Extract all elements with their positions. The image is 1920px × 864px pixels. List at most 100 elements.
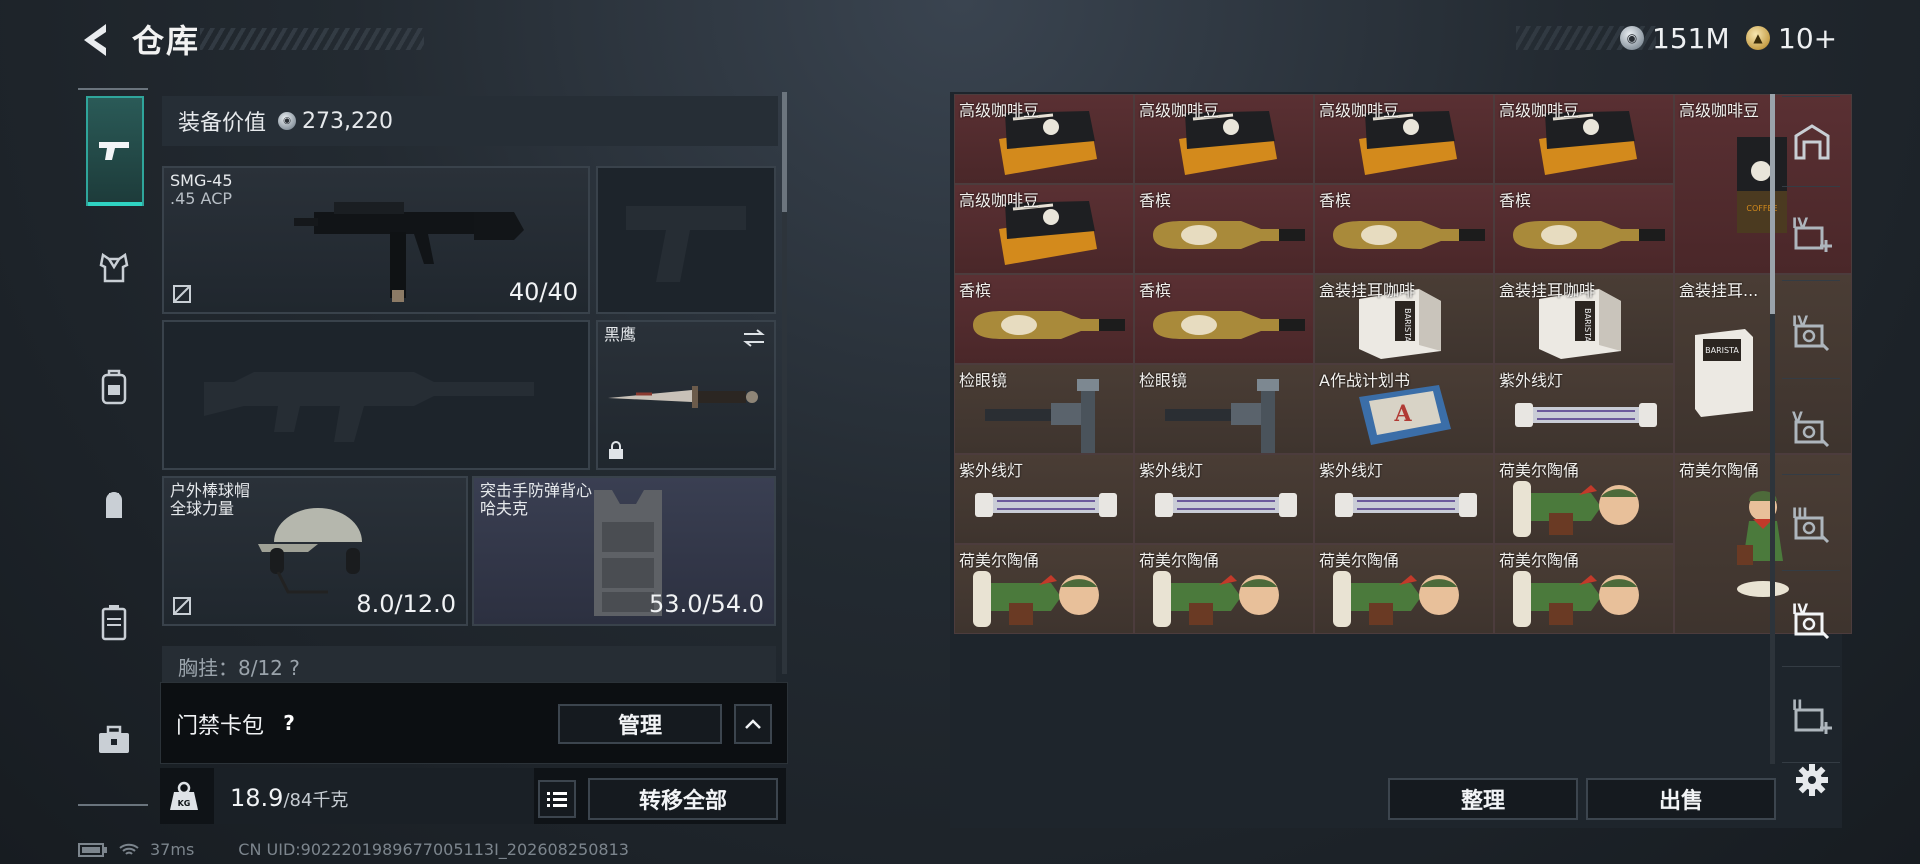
silver-coin-icon: ◉ [1620,26,1644,50]
rightnav-box-5[interactable]: IV [1784,594,1840,650]
tertiary-weapon-slot[interactable] [162,320,590,470]
nav-top-line [78,88,148,90]
rightnav-box-1[interactable]: IV [1784,208,1840,264]
manage-button[interactable]: 管理 [558,704,722,744]
sell-button[interactable]: 出售 [1586,778,1776,820]
stash-item[interactable]: 高级咖啡豆 [1314,94,1494,184]
case-icon [101,605,127,641]
stash-item[interactable]: 检眼镜 [1134,364,1314,454]
battery-icon [78,842,107,857]
helmet-slot[interactable]: 户外棒球帽 全球力量 8.0/12.0 [162,476,468,626]
equipment-scrollbar[interactable] [782,92,787,674]
stash-item[interactable]: 高级咖啡豆 [1134,94,1314,184]
stash-item[interactable]: 紫外线灯 [1314,454,1494,544]
currency-silver[interactable]: ◉ 151M [1620,18,1730,58]
stash-item-label: 高级咖啡豆 [959,191,1040,210]
stash-item-label: 香槟 [1499,191,1532,210]
rightnav-box-4[interactable]: III [1784,498,1840,554]
stash-item-label: 香槟 [1139,281,1172,300]
smg-image [294,202,524,302]
weight-icon: KG [170,781,198,810]
stash-item[interactable]: 香槟 [1494,184,1674,274]
box-tier-label: IV [1792,314,1809,330]
stash-item[interactable]: 香槟 [1134,184,1314,274]
stash-item[interactable]: 荷美尔陶俑 [1494,454,1674,544]
help-icon[interactable]: ? [274,708,304,738]
rightnav-box-2[interactable]: IV [1784,306,1840,362]
stash-item[interactable]: 紫外线灯 [1494,364,1674,454]
nav-rig[interactable] [86,360,142,416]
rightnav-separator [1782,96,1840,97]
armor-durability: 53.0/54.0 [649,590,764,618]
nav-armor[interactable] [86,240,142,296]
stash-item-label: 荷美尔陶俑 [1319,551,1400,570]
stash-item[interactable]: 紫外线灯 [954,454,1134,544]
secondary-weapon-slot[interactable] [596,166,776,314]
collapse-button[interactable] [734,704,772,744]
swap-icon[interactable] [742,328,766,348]
stash-gate-icon [1794,124,1830,160]
stash-item[interactable]: 荷美尔陶俑 [954,544,1134,634]
equipment-value-label: 装备价值 [178,111,267,136]
stash-scrollbar[interactable] [1770,94,1775,764]
stash-item[interactable]: 盒装挂耳咖啡 BARISTA [1494,274,1674,364]
currency-gold[interactable]: ▲ 10+ [1746,18,1837,58]
nav-bottom-line [78,804,148,806]
stash-scroll-thumb[interactable] [1770,94,1775,314]
ping-text: 37ms [150,840,195,859]
equipment-scroll-thumb[interactable] [782,92,787,212]
currency-gold-value: 10+ [1778,21,1838,55]
rightnav-stash[interactable] [1784,114,1840,170]
stash-item[interactable]: A作战计划书 A [1314,364,1494,454]
stash-item-label: 检眼镜 [959,371,1008,390]
chest-rig-row[interactable]: 胸挂：8/12 ? [162,646,776,682]
armor-brand: 哈夫克 [480,499,529,518]
stash-item[interactable]: 香槟 [1134,274,1314,364]
stash-item[interactable]: 荷美尔陶俑 [1314,544,1494,634]
stash-item[interactable]: 香槟 [1314,184,1494,274]
rightnav-box-3[interactable]: V [1784,402,1840,458]
stash-item[interactable]: 检眼镜 [954,364,1134,454]
stash-item-label: 盒装挂耳... [1679,281,1759,300]
no-insurance-icon [173,597,191,615]
primary-weapon-slot[interactable]: SMG-45 .45 ACP 40/40 [162,166,590,314]
nav-case[interactable] [86,594,142,650]
weight-text: 18.9/84千克 [230,784,348,812]
stash-item[interactable]: 紫外线灯 [1134,454,1314,544]
stash-item-label: 紫外线灯 [1139,461,1204,480]
sort-button[interactable]: 整理 [1388,778,1578,820]
melee-name: 黑鹰 [604,325,637,344]
stash-item[interactable]: 高级咖啡豆 [1494,94,1674,184]
stash-item[interactable]: 香槟 [954,274,1134,364]
rightnav-box-6[interactable]: II [1784,690,1840,746]
stash-item[interactable]: 高级咖啡豆 [954,94,1134,184]
nav-toolbox[interactable] [86,712,142,768]
stash-item-label: 高级咖啡豆 [1499,101,1580,120]
box-tier-label: II [1792,698,1803,714]
stash-item[interactable]: 盒装挂耳咖啡 BARISTA [1314,274,1494,364]
chest-rig-label: 胸挂：8/12 ? [178,656,300,680]
armor-name: 突击手防弹背心 [480,481,593,500]
rightnav-separator [1782,378,1840,379]
list-view-button[interactable] [538,780,576,818]
list-icon [547,792,567,807]
stash-item[interactable]: 高级咖啡豆 [954,184,1134,274]
stash-item-label: 荷美尔陶俑 [1499,461,1580,480]
nav-backpack[interactable] [86,478,142,534]
nav-weapons[interactable] [86,96,144,206]
melee-slot[interactable]: 黑鹰 [596,320,776,470]
back-button[interactable] [78,20,114,60]
chevron-up-icon [745,719,761,729]
knife-image [608,386,758,408]
stash-item[interactable]: 荷美尔陶俑 [1134,544,1314,634]
weight-current: 18.9 [230,784,284,812]
pistol-icon [99,142,129,160]
back-arrow-icon [84,24,106,56]
settings-button[interactable] [1784,752,1840,808]
armor-slot[interactable]: 突击手防弹背心 哈夫克 53.0/54.0 [472,476,776,626]
helmet-durability: 8.0/12.0 [356,590,456,618]
stash-item-label: 荷美尔陶俑 [1139,551,1220,570]
stash-item[interactable]: 荷美尔陶俑 [1494,544,1674,634]
transfer-all-button[interactable]: 转移全部 [588,778,778,820]
helmet-brand: 全球力量 [170,499,235,518]
